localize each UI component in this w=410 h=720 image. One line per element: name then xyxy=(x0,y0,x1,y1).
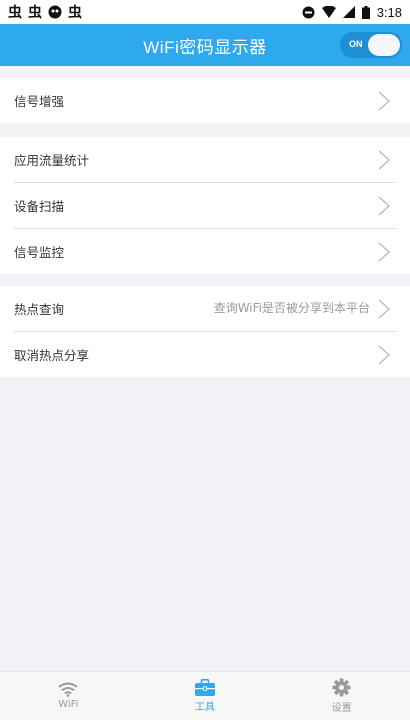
list-item-signal-boost[interactable]: 信号增强 xyxy=(0,78,410,123)
chevron-right-icon xyxy=(378,196,390,216)
bug-face-icon xyxy=(48,5,62,19)
signal-icon xyxy=(342,6,355,18)
app-bar: WiFi密码显示器 ON xyxy=(0,24,410,66)
notification-icon-1: 虫 xyxy=(8,4,22,20)
list-item-signal-monitor[interactable]: 信号监控 xyxy=(0,229,410,274)
nav-tab-tools[interactable]: 工具 xyxy=(137,672,274,720)
list-item-hint: 查询WiFi是否被分享到本平台 xyxy=(213,301,370,315)
system-icons: 3:18 xyxy=(302,5,402,20)
nav-tab-settings[interactable]: 设置 xyxy=(273,672,410,720)
notification-icons: 虫 虫 虫 xyxy=(8,2,82,22)
list-item-label: 信号增强 xyxy=(14,94,65,109)
toggle-label: ON xyxy=(349,39,363,49)
settings-group-1: 信号增强 xyxy=(0,78,410,123)
list-item-label: 取消热点分享 xyxy=(14,348,90,363)
nav-label-tools: 工具 xyxy=(195,702,215,713)
toolbox-icon xyxy=(195,679,215,696)
toggle-knob xyxy=(368,34,400,56)
list-item-label: 信号监控 xyxy=(14,245,65,260)
list-item-device-scan[interactable]: 设备扫描 xyxy=(0,183,410,228)
clock-time: 3:18 xyxy=(376,4,402,20)
chevron-right-icon xyxy=(378,299,390,319)
list-item-app-traffic[interactable]: 应用流量统计 xyxy=(0,137,410,182)
notification-icon-2: 虫 xyxy=(28,4,42,20)
nav-label-settings: 设置 xyxy=(331,703,352,714)
wifi-icon xyxy=(58,682,78,697)
list-item-label: 设备扫描 xyxy=(14,199,65,214)
list-item-hotspot-query[interactable]: 热点查询 查询WiFi是否被分享到本平台 xyxy=(0,286,410,331)
do-not-disturb-icon xyxy=(302,6,315,18)
settings-group-2: 应用流量统计 设备扫描 信号监控 xyxy=(0,137,410,274)
chevron-right-icon xyxy=(378,242,390,262)
settings-group-3: 热点查询 查询WiFi是否被分享到本平台 取消热点分享 xyxy=(0,286,410,377)
nav-label-wifi: WiFi xyxy=(58,699,79,710)
battery-icon xyxy=(361,5,370,19)
bottom-navigation: WiFi 工具 设置 xyxy=(0,671,410,720)
status-bar: 虫 虫 虫 3:18 xyxy=(0,0,410,24)
list-item-label: 应用流量统计 xyxy=(14,153,90,168)
wifi-status-icon xyxy=(321,6,336,18)
chevron-right-icon xyxy=(378,150,390,170)
chevron-right-icon xyxy=(378,345,390,365)
page-title: WiFi密码显示器 xyxy=(143,37,267,57)
chevron-right-icon xyxy=(378,91,390,111)
list-item-cancel-hotspot-share[interactable]: 取消热点分享 xyxy=(0,332,410,377)
nav-tab-wifi[interactable]: WiFi xyxy=(0,672,137,720)
gear-icon xyxy=(332,678,351,697)
list-item-label: 热点查询 xyxy=(14,302,65,317)
wifi-toggle-switch[interactable]: ON xyxy=(340,32,402,58)
notification-icon-4: 虫 xyxy=(68,4,82,20)
